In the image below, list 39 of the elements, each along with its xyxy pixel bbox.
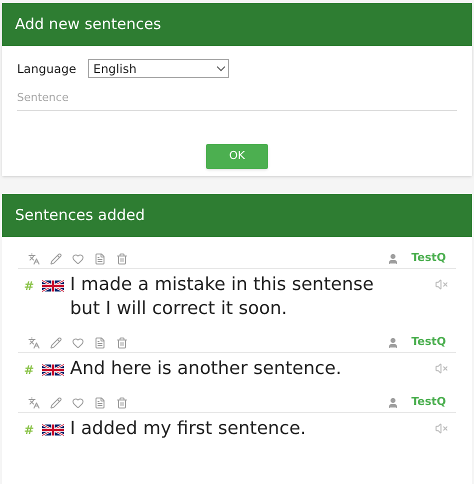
user-icon xyxy=(387,396,400,408)
language-label: Language xyxy=(17,60,76,78)
edit-icon[interactable] xyxy=(50,336,62,348)
flag-icon xyxy=(42,363,64,377)
audio-unavailable-icon[interactable] xyxy=(435,362,448,375)
sentence-link[interactable]: # xyxy=(24,421,36,439)
user-link[interactable]: TestQ xyxy=(411,250,446,267)
favorite-icon[interactable] xyxy=(72,396,84,408)
delete-icon[interactable] xyxy=(116,396,128,408)
edit-icon[interactable] xyxy=(50,252,62,264)
translate-icon[interactable] xyxy=(28,252,40,264)
favorite-icon[interactable] xyxy=(72,252,84,264)
translate-icon[interactable] xyxy=(28,396,40,408)
sentence-link[interactable]: # xyxy=(24,277,36,295)
user-icon xyxy=(387,252,400,264)
edit-icon[interactable] xyxy=(50,396,62,408)
translate-icon[interactable] xyxy=(28,336,40,348)
user-icon xyxy=(387,336,400,348)
flag-icon xyxy=(42,279,64,293)
delete-icon[interactable] xyxy=(116,252,128,264)
panel-title: Add new sentences xyxy=(15,14,162,36)
flag-icon xyxy=(42,423,64,437)
sentence-text: And here is another sentence. xyxy=(70,357,342,381)
audio-unavailable-icon[interactable] xyxy=(435,278,448,291)
sentence-text: I made a mistake in this sentense but I will correct it soon. xyxy=(70,273,375,321)
sentence-text: I added my first sentence. xyxy=(70,417,308,441)
panel-title: Sentences added xyxy=(15,205,145,226)
sentence-field[interactable]: Sentence xyxy=(17,90,457,110)
user-link[interactable]: TestQ xyxy=(411,334,446,351)
sentence-link[interactable]: # xyxy=(24,361,36,379)
favorite-icon[interactable] xyxy=(72,336,84,348)
list-icon[interactable] xyxy=(94,252,106,264)
delete-icon[interactable] xyxy=(116,336,128,348)
language-select[interactable]: English xyxy=(88,59,230,78)
audio-unavailable-icon[interactable] xyxy=(435,422,448,435)
ok-button[interactable]: OK xyxy=(206,144,268,168)
user-link[interactable]: TestQ xyxy=(411,394,446,411)
list-icon[interactable] xyxy=(94,396,106,408)
list-icon[interactable] xyxy=(94,336,106,348)
